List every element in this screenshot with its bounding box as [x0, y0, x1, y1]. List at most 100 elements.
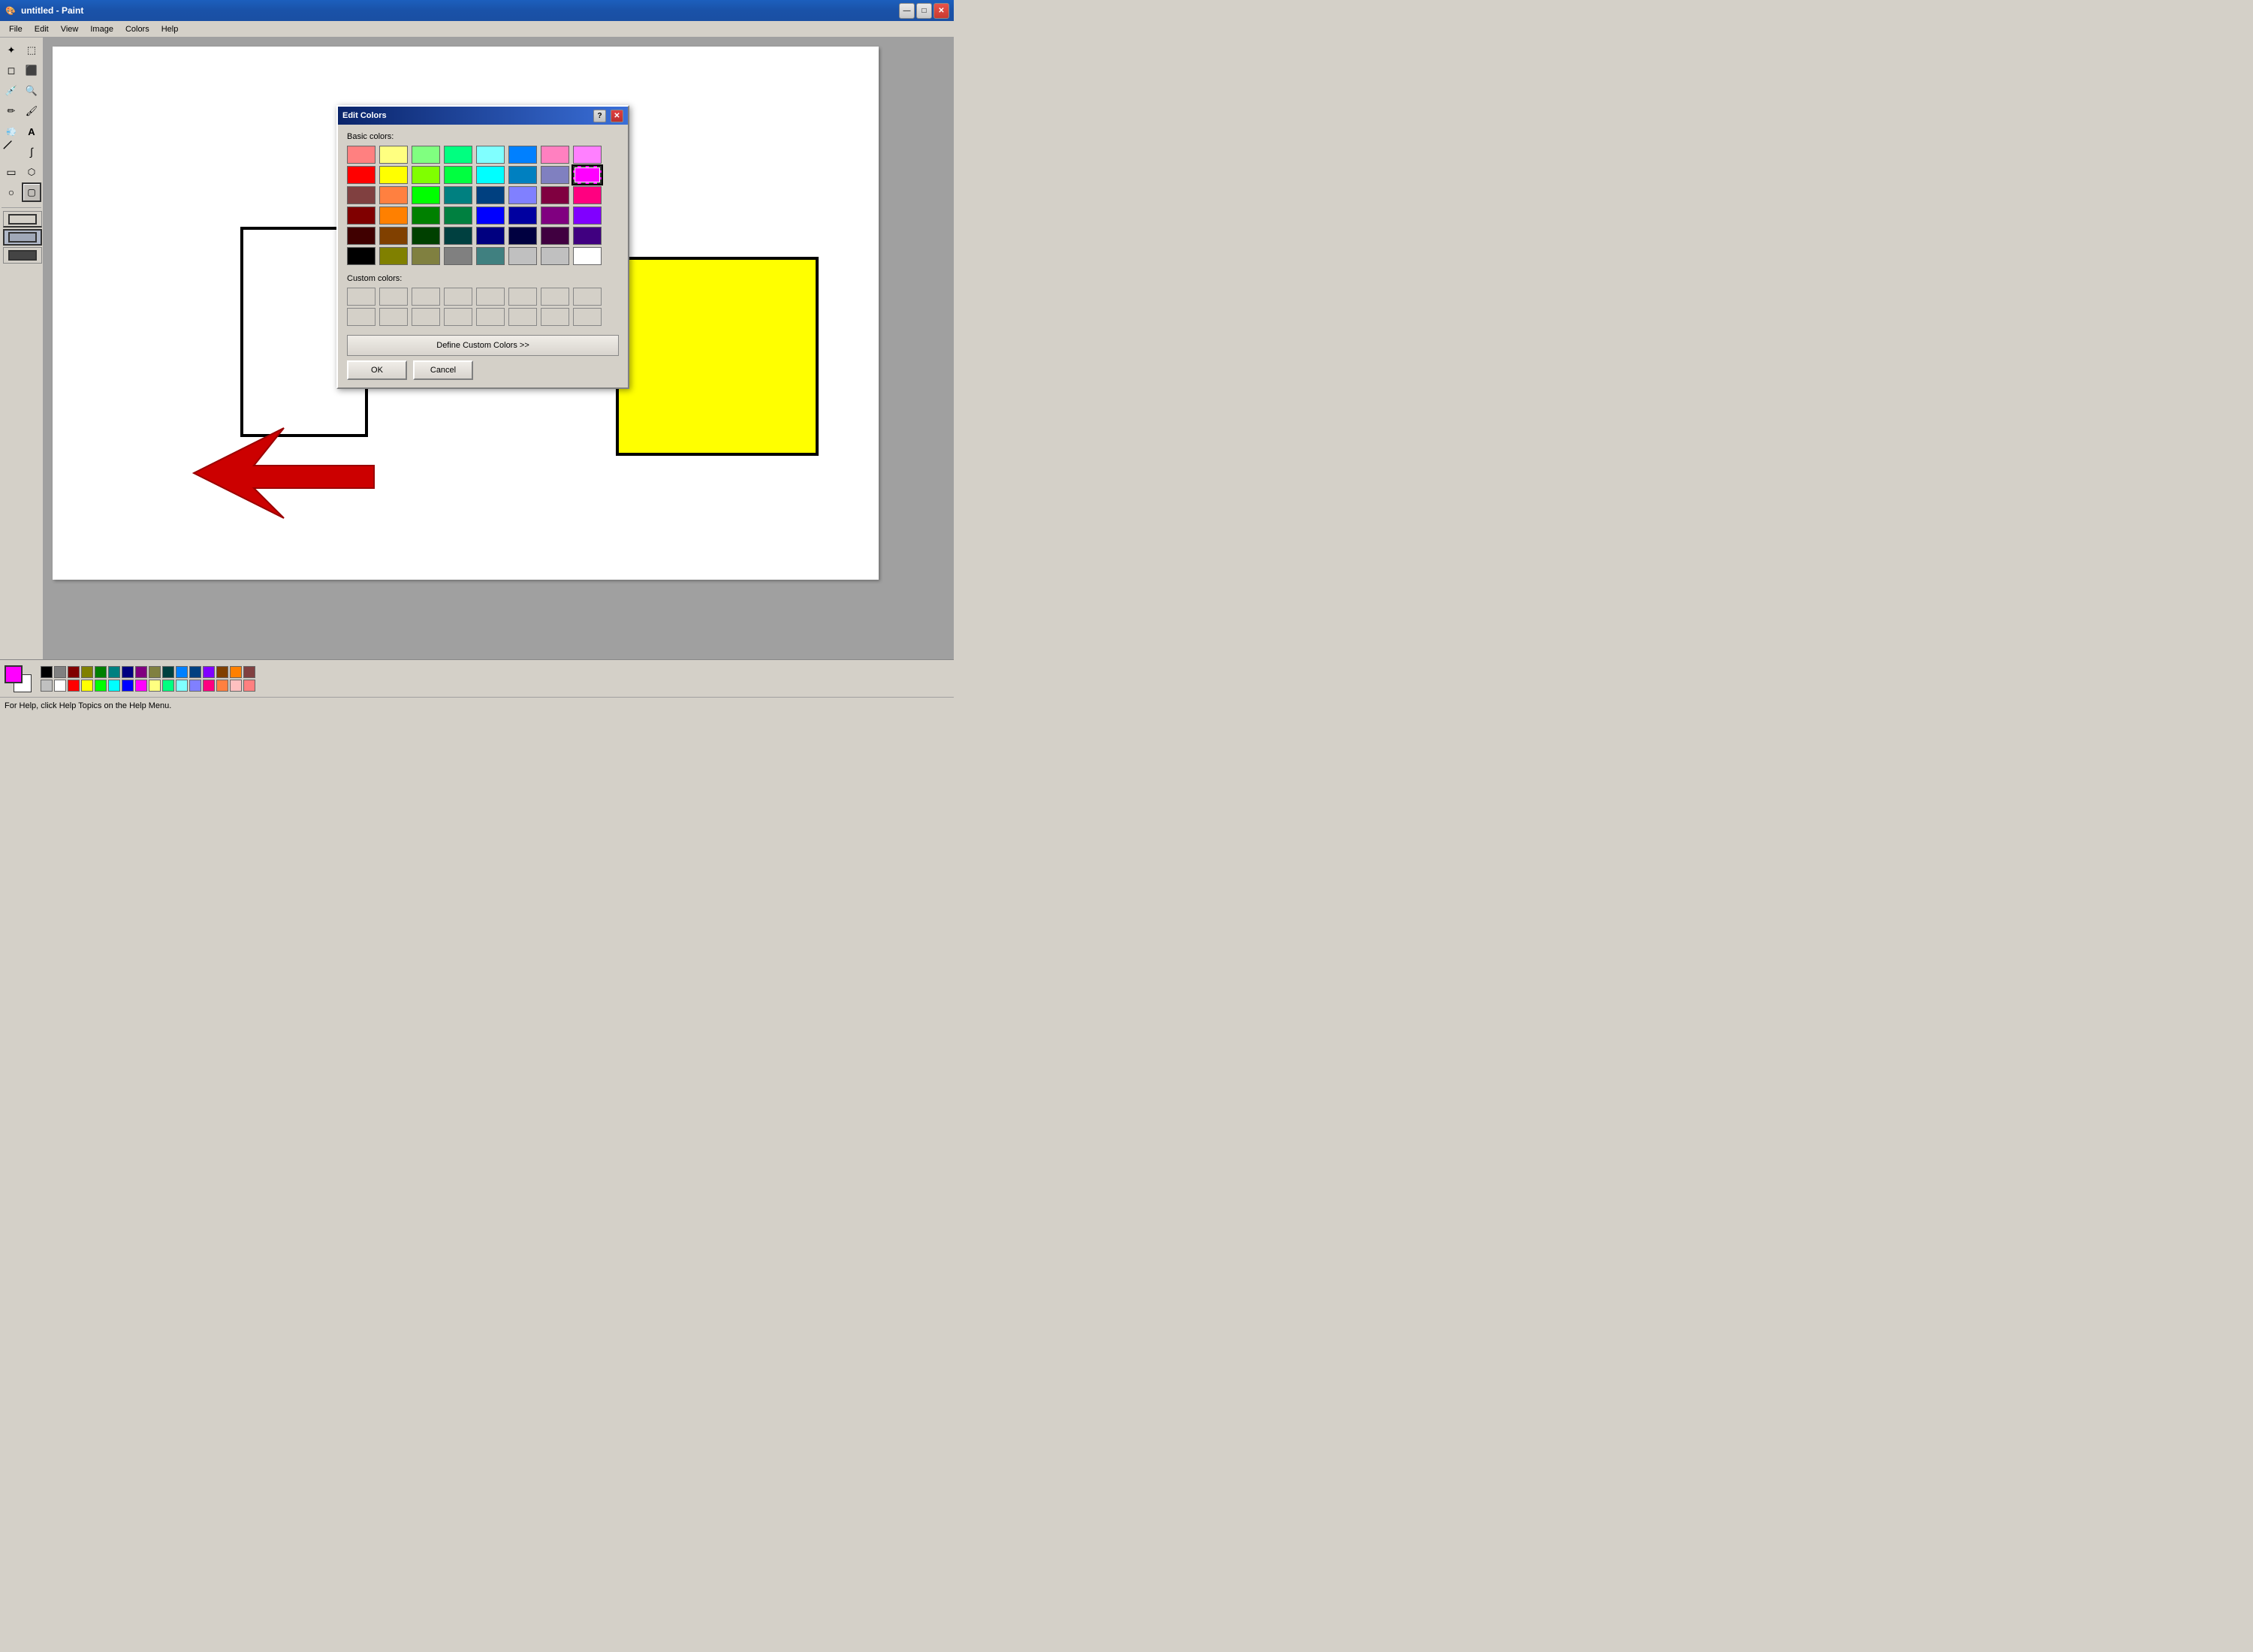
basic-swatch-16[interactable]	[347, 186, 376, 204]
cancel-button[interactable]: Cancel	[413, 360, 473, 380]
custom-swatch-8[interactable]	[347, 308, 376, 326]
basic-swatch-31[interactable]	[573, 206, 602, 225]
palette-swatch-0-8[interactable]	[149, 666, 161, 678]
basic-swatch-28[interactable]	[476, 206, 505, 225]
shape-fill-bg[interactable]	[3, 229, 42, 246]
basic-swatch-19[interactable]	[444, 186, 472, 204]
basic-swatch-32[interactable]	[347, 227, 376, 245]
basic-swatch-37[interactable]	[508, 227, 537, 245]
palette-swatch-1-9[interactable]	[162, 680, 174, 692]
custom-swatch-10[interactable]	[412, 308, 440, 326]
tool-brush[interactable]: 🖌	[22, 101, 41, 121]
close-button[interactable]: ✕	[933, 3, 949, 19]
basic-swatch-36[interactable]	[476, 227, 505, 245]
basic-swatch-24[interactable]	[347, 206, 376, 225]
basic-swatch-4[interactable]	[476, 146, 505, 164]
custom-swatch-7[interactable]	[573, 288, 602, 306]
basic-swatch-42[interactable]	[412, 247, 440, 265]
tool-zoom[interactable]: 🔍	[22, 81, 41, 101]
palette-swatch-0-3[interactable]	[81, 666, 93, 678]
dialog-help-button[interactable]: ?	[593, 110, 606, 122]
basic-swatch-7[interactable]	[573, 146, 602, 164]
basic-swatch-33[interactable]	[379, 227, 408, 245]
basic-swatch-44[interactable]	[476, 247, 505, 265]
tool-picker[interactable]: 💉	[2, 81, 21, 101]
ok-button[interactable]: OK	[347, 360, 407, 380]
menu-file[interactable]: File	[3, 23, 29, 35]
minimize-button[interactable]: —	[899, 3, 915, 19]
basic-swatch-17[interactable]	[379, 186, 408, 204]
basic-swatch-3[interactable]	[444, 146, 472, 164]
palette-swatch-0-14[interactable]	[230, 666, 242, 678]
basic-swatch-10[interactable]	[412, 166, 440, 184]
shape-outline-only[interactable]	[3, 211, 42, 228]
tool-fill[interactable]: ⬛	[22, 61, 41, 80]
custom-swatch-5[interactable]	[508, 288, 537, 306]
palette-swatch-0-4[interactable]	[95, 666, 107, 678]
palette-swatch-0-9[interactable]	[162, 666, 174, 678]
tool-select-rect[interactable]: ⬚	[22, 41, 41, 60]
palette-swatch-0-10[interactable]	[176, 666, 188, 678]
basic-swatch-11[interactable]	[444, 166, 472, 184]
tool-polygon[interactable]: ⬡	[22, 162, 41, 182]
custom-swatch-0[interactable]	[347, 288, 376, 306]
menu-edit[interactable]: Edit	[29, 23, 55, 35]
basic-swatch-26[interactable]	[412, 206, 440, 225]
basic-swatch-45[interactable]	[508, 247, 537, 265]
basic-swatch-27[interactable]	[444, 206, 472, 225]
basic-swatch-22[interactable]	[541, 186, 569, 204]
palette-swatch-1-6[interactable]	[122, 680, 134, 692]
palette-swatch-1-10[interactable]	[176, 680, 188, 692]
custom-swatch-2[interactable]	[412, 288, 440, 306]
basic-swatch-46[interactable]	[541, 247, 569, 265]
palette-swatch-1-13[interactable]	[216, 680, 228, 692]
custom-swatch-13[interactable]	[508, 308, 537, 326]
palette-swatch-1-11[interactable]	[189, 680, 201, 692]
basic-swatch-12[interactable]	[476, 166, 505, 184]
menu-help[interactable]: Help	[155, 23, 185, 35]
palette-swatch-1-14[interactable]	[230, 680, 242, 692]
palette-swatch-0-5[interactable]	[108, 666, 120, 678]
palette-swatch-1-15[interactable]	[243, 680, 255, 692]
tool-eraser[interactable]: ◻	[2, 61, 21, 80]
tool-ellipse[interactable]: ○	[2, 182, 21, 202]
basic-swatch-21[interactable]	[508, 186, 537, 204]
basic-swatch-34[interactable]	[412, 227, 440, 245]
basic-swatch-5[interactable]	[508, 146, 537, 164]
palette-swatch-0-12[interactable]	[203, 666, 215, 678]
custom-swatch-14[interactable]	[541, 308, 569, 326]
palette-swatch-0-0[interactable]	[41, 666, 53, 678]
custom-swatch-3[interactable]	[444, 288, 472, 306]
basic-swatch-8[interactable]	[347, 166, 376, 184]
palette-swatch-1-8[interactable]	[149, 680, 161, 692]
palette-swatch-0-11[interactable]	[189, 666, 201, 678]
basic-swatch-1[interactable]	[379, 146, 408, 164]
tool-select-free[interactable]: ✦	[2, 41, 21, 60]
palette-swatch-1-3[interactable]	[81, 680, 93, 692]
palette-swatch-1-2[interactable]	[68, 680, 80, 692]
palette-swatch-1-0[interactable]	[41, 680, 53, 692]
menu-view[interactable]: View	[55, 23, 85, 35]
tool-text[interactable]: A	[22, 122, 41, 141]
palette-swatch-1-5[interactable]	[108, 680, 120, 692]
basic-swatch-41[interactable]	[379, 247, 408, 265]
fg-color-box[interactable]	[5, 665, 23, 683]
custom-swatch-1[interactable]	[379, 288, 408, 306]
canvas-area[interactable]: Edit Colors ? ✕ Basic colors:	[44, 38, 954, 659]
custom-swatch-9[interactable]	[379, 308, 408, 326]
basic-swatch-2[interactable]	[412, 146, 440, 164]
basic-swatch-38[interactable]	[541, 227, 569, 245]
palette-swatch-0-7[interactable]	[135, 666, 147, 678]
palette-swatch-0-15[interactable]	[243, 666, 255, 678]
custom-swatch-12[interactable]	[476, 308, 505, 326]
basic-swatch-0[interactable]	[347, 146, 376, 164]
basic-swatch-39[interactable]	[573, 227, 602, 245]
basic-swatch-18[interactable]	[412, 186, 440, 204]
basic-swatch-40[interactable]	[347, 247, 376, 265]
basic-swatch-47[interactable]	[573, 247, 602, 265]
maximize-button[interactable]: □	[916, 3, 932, 19]
basic-swatch-15[interactable]	[573, 166, 602, 184]
basic-swatch-9[interactable]	[379, 166, 408, 184]
basic-swatch-13[interactable]	[508, 166, 537, 184]
palette-swatch-1-7[interactable]	[135, 680, 147, 692]
